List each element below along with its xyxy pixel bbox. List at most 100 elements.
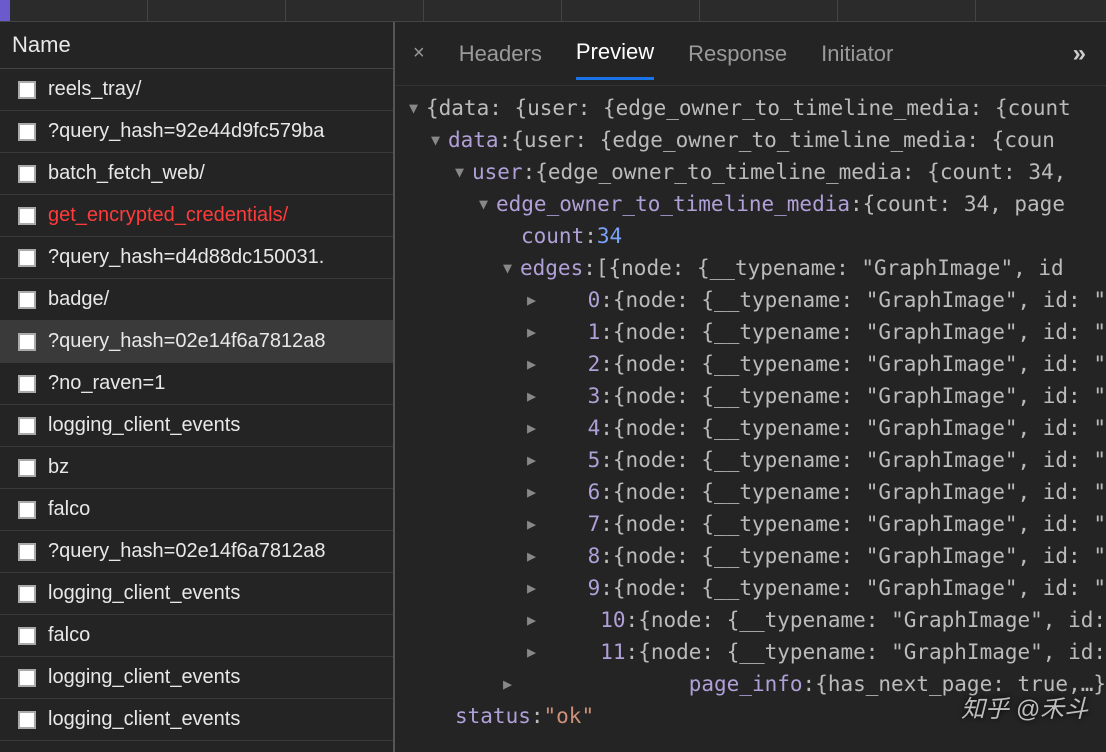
top-toolbar [0, 0, 1106, 22]
toolbar-segment [286, 0, 424, 21]
request-checkbox[interactable] [18, 207, 36, 225]
request-checkbox[interactable] [18, 627, 36, 645]
tree-key: 4 [588, 412, 601, 444]
request-checkbox[interactable] [18, 333, 36, 351]
request-row[interactable]: falco [0, 615, 393, 657]
tab-headers[interactable]: Headers [459, 29, 542, 79]
tab-response[interactable]: Response [688, 29, 787, 79]
tab-initiator[interactable]: Initiator [821, 29, 893, 79]
tree-summary: {node: {__typename: "GraphImage", id: " [613, 444, 1106, 476]
toolbar-segment [700, 0, 838, 21]
expand-toggle-icon[interactable] [527, 604, 597, 636]
close-icon[interactable]: × [413, 42, 425, 65]
request-row[interactable]: logging_client_events [0, 405, 393, 447]
tree-summary: {node: {__typename: "GraphImage", id: " [613, 380, 1106, 412]
expand-toggle-icon[interactable] [503, 252, 517, 284]
request-name: falco [48, 624, 90, 647]
expand-toggle-icon[interactable] [455, 156, 469, 188]
tree-summary: {node: {__typename: "GraphImage", id: " [613, 540, 1106, 572]
name-column-header[interactable]: Name [0, 22, 393, 69]
tree-summary: {node: {__typename: "GraphImage", id: " [613, 508, 1106, 540]
expand-toggle-icon[interactable] [503, 668, 686, 700]
request-checkbox[interactable] [18, 459, 36, 477]
request-row[interactable]: reels_tray/ [0, 69, 393, 111]
request-row[interactable]: get_encrypted_credentials/ [0, 195, 393, 237]
request-checkbox[interactable] [18, 81, 36, 99]
expand-toggle-icon[interactable] [409, 92, 423, 124]
tree-summary: {node: {__typename: "GraphImage", id: " [613, 316, 1106, 348]
request-name: reels_tray/ [48, 78, 141, 101]
request-name: falco [48, 498, 90, 521]
tree-key: 2 [588, 348, 601, 380]
tree-summary: {count: 34, page [863, 188, 1065, 220]
request-checkbox[interactable] [18, 585, 36, 603]
tree-key: 3 [588, 380, 601, 412]
expand-toggle-icon[interactable] [479, 188, 493, 220]
expand-toggle-icon[interactable] [527, 444, 585, 476]
tree-key: 11 [600, 636, 625, 668]
tree-key: 5 [588, 444, 601, 476]
request-row[interactable]: batch_fetch_web/ [0, 153, 393, 195]
tree-key: user [472, 156, 523, 188]
request-row[interactable]: ?query_hash=92e44d9fc579ba [0, 111, 393, 153]
request-checkbox[interactable] [18, 543, 36, 561]
tree-key: 0 [588, 284, 601, 316]
request-row[interactable]: logging_client_events [0, 699, 393, 741]
toolbar-segment [10, 0, 148, 21]
request-row[interactable]: logging_client_events [0, 657, 393, 699]
request-checkbox[interactable] [18, 375, 36, 393]
tree-key: 1 [588, 316, 601, 348]
expand-toggle-icon[interactable] [527, 572, 585, 604]
tree-key: 10 [600, 604, 625, 636]
tree-key: 6 [588, 476, 601, 508]
expand-toggle-icon[interactable] [527, 412, 585, 444]
request-name: ?query_hash=02e14f6a7812a8 [48, 330, 325, 353]
request-row[interactable]: bz [0, 447, 393, 489]
request-row[interactable]: ?no_raven=1 [0, 363, 393, 405]
request-checkbox[interactable] [18, 249, 36, 267]
expand-toggle-icon[interactable] [527, 508, 585, 540]
request-checkbox[interactable] [18, 417, 36, 435]
request-name: ?query_hash=d4d88dc150031. [48, 246, 324, 269]
request-checkbox[interactable] [18, 123, 36, 141]
tree-key: edge_owner_to_timeline_media [496, 188, 850, 220]
expand-toggle-icon[interactable] [527, 380, 585, 412]
tree-value: 34 [597, 220, 622, 252]
json-preview-tree[interactable]: {data: {user: {edge_owner_to_timeline_me… [395, 86, 1106, 752]
expand-toggle-icon[interactable] [527, 316, 585, 348]
expand-toggle-icon[interactable] [431, 124, 445, 156]
request-name: get_encrypted_credentials/ [48, 204, 288, 227]
request-name: logging_client_events [48, 666, 240, 689]
request-checkbox[interactable] [18, 669, 36, 687]
request-row[interactable]: ?query_hash=02e14f6a7812a8 [0, 321, 393, 363]
request-row[interactable]: badge/ [0, 279, 393, 321]
tree-key: count [521, 220, 584, 252]
overflow-icon[interactable]: » [1073, 40, 1088, 68]
tree-summary: {node: {__typename: "GraphImage", id: [638, 636, 1106, 668]
request-checkbox[interactable] [18, 711, 36, 729]
expand-toggle-icon[interactable] [527, 636, 597, 668]
tree-key: data [448, 124, 499, 156]
tree-key: 7 [588, 508, 601, 540]
expand-toggle-icon[interactable] [527, 476, 585, 508]
request-row[interactable]: falco [0, 489, 393, 531]
tree-summary: {edge_owner_to_timeline_media: {count: 3… [535, 156, 1066, 188]
tree-summary: {node: {__typename: "GraphImage", id: " [613, 284, 1106, 316]
tree-key: 9 [588, 572, 601, 604]
request-name: ?no_raven=1 [48, 372, 165, 395]
request-checkbox[interactable] [18, 501, 36, 519]
tree-summary: {node: {__typename: "GraphImage", id: " [613, 348, 1106, 380]
expand-toggle-icon[interactable] [527, 348, 585, 380]
expand-toggle-icon[interactable] [527, 284, 585, 316]
request-row[interactable]: logging_client_events [0, 573, 393, 615]
toolbar-segment [148, 0, 286, 21]
tab-preview[interactable]: Preview [576, 27, 654, 80]
request-row[interactable]: ?query_hash=02e14f6a7812a8 [0, 531, 393, 573]
request-checkbox[interactable] [18, 291, 36, 309]
toolbar-segment [424, 0, 562, 21]
request-row[interactable]: ?query_hash=d4d88dc150031. [0, 237, 393, 279]
tree-summary: {node: {__typename: "GraphImage", id: " [613, 412, 1106, 444]
expand-toggle-icon[interactable] [527, 540, 585, 572]
tree-summary: {node: {__typename: "GraphImage", id: " [613, 572, 1106, 604]
request-checkbox[interactable] [18, 165, 36, 183]
